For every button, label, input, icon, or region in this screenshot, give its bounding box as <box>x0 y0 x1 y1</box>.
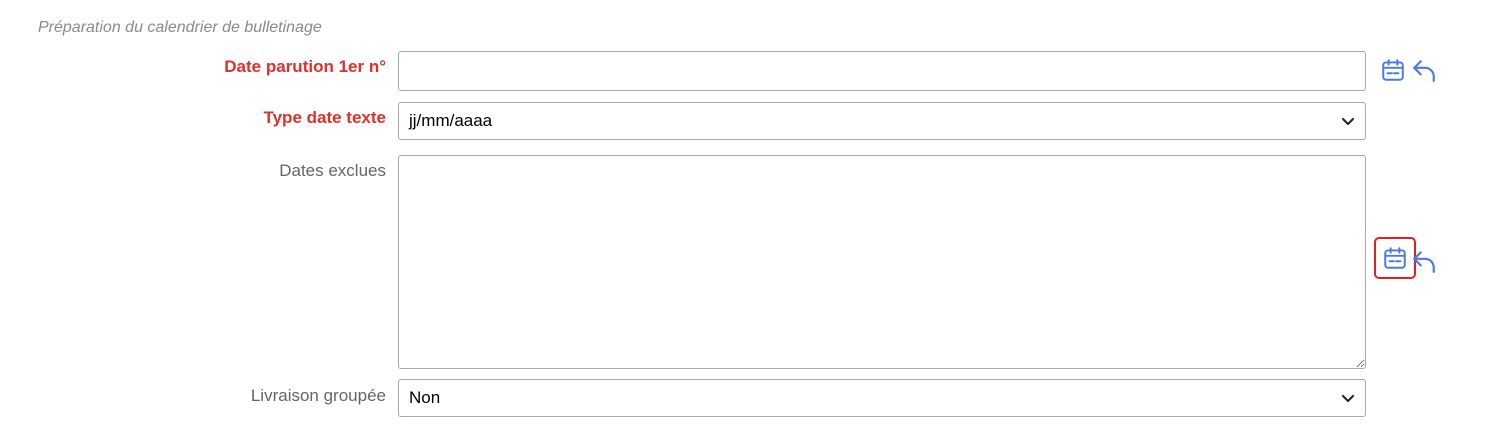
date-parution-undo-button[interactable] <box>1410 56 1438 84</box>
dates-exclues-label: Dates exclues <box>279 161 386 180</box>
livraison-selected-value: Non <box>409 388 441 407</box>
undo-icon <box>1413 60 1435 82</box>
date-parution-calendar-button[interactable] <box>1379 56 1407 84</box>
dates-exclues-undo-button[interactable] <box>1410 247 1438 275</box>
date-parution-label: Date parution 1er n° <box>224 57 386 76</box>
dates-exclues-textarea[interactable] <box>398 155 1366 369</box>
chevron-down-icon <box>1342 395 1354 402</box>
chevron-down-icon <box>1342 118 1354 125</box>
section-legend: Préparation du calendrier de bulletinage <box>38 19 322 36</box>
livraison-select[interactable]: Non <box>398 379 1366 417</box>
undo-icon <box>1413 251 1435 273</box>
type-date-label: Type date texte <box>263 108 386 127</box>
type-date-selected-value: jj/mm/aaaa <box>409 111 493 130</box>
calendar-icon <box>1382 59 1404 81</box>
type-date-select[interactable]: jj/mm/aaaa <box>398 102 1366 140</box>
date-parution-input[interactable] <box>398 51 1366 91</box>
livraison-label: Livraison groupée <box>250 386 386 405</box>
calendar-icon <box>1384 247 1406 269</box>
